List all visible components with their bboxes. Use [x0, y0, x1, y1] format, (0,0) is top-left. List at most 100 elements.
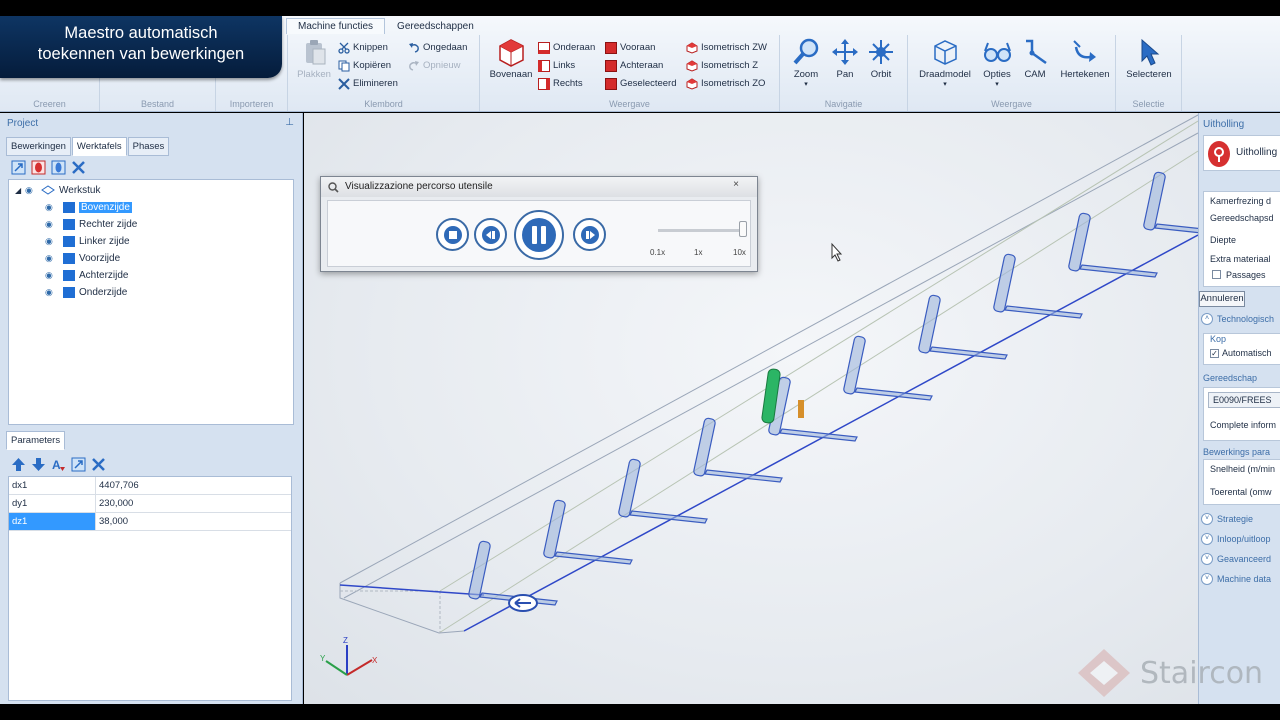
opnieuw-button[interactable]: Opnieuw: [408, 57, 461, 74]
geselecteerd-button[interactable]: Geselecteerd: [605, 75, 677, 92]
tool-select[interactable]: E0090/FREES: [1208, 392, 1280, 408]
draadmodel-button[interactable]: Draadmodel ▾: [914, 37, 976, 95]
onderaan-button[interactable]: Onderaan: [538, 39, 595, 56]
bovenaan-button[interactable]: Bovenaan: [484, 37, 538, 95]
achteraan-button[interactable]: Achteraan: [605, 57, 663, 74]
assign-icon[interactable]: [70, 456, 87, 473]
red-tool-icon[interactable]: [30, 159, 47, 176]
annuleren-button[interactable]: Annuleren: [1199, 291, 1245, 307]
rechts-button[interactable]: Rechts: [538, 75, 583, 92]
onderaan-label: Onderaan: [553, 42, 596, 53]
step-forward-button[interactable]: [573, 218, 606, 251]
tab-gereedschappen[interactable]: Gereedschappen: [385, 18, 486, 34]
arrow-up-icon[interactable]: [10, 456, 27, 473]
eye-icon[interactable]: ◉: [45, 287, 57, 298]
eye-icon[interactable]: ◉: [25, 185, 37, 196]
section-inloop[interactable]: ˅ Inloop/uitloop: [1201, 533, 1271, 545]
pause-button[interactable]: [514, 210, 564, 260]
top-letterbox: [0, 0, 1280, 16]
section-technologisch[interactable]: ˄ Technologisch: [1201, 313, 1274, 325]
tree-item-achterzijde[interactable]: ◉ Achterzijde: [45, 267, 128, 283]
step-riser: [1068, 212, 1091, 272]
eye-icon[interactable]: ◉: [45, 270, 57, 281]
hertekenen-button[interactable]: Hertekenen: [1056, 37, 1114, 95]
plakken-button[interactable]: Plakken: [290, 37, 338, 95]
links-button[interactable]: Links: [538, 57, 575, 74]
passages-checkbox[interactable]: [1212, 270, 1221, 279]
staircon-watermark: Staircon: [1076, 644, 1276, 702]
draadmodel-label: Draadmodel: [919, 69, 971, 80]
links-label: Links: [553, 60, 576, 71]
knippen-button[interactable]: Knippen: [338, 39, 388, 56]
text-format-icon[interactable]: A: [50, 456, 67, 473]
blue-tool-icon[interactable]: [50, 159, 67, 176]
tree-root-label: Werkstuk: [59, 184, 101, 196]
table-row[interactable]: dy1 230,000: [9, 495, 291, 513]
stop-button[interactable]: [436, 218, 469, 251]
pin-icon[interactable]: ⊥: [285, 117, 294, 128]
tab-bewerkingen[interactable]: Bewerkingen: [6, 137, 71, 156]
iso-cube-icon: [686, 41, 698, 54]
face-icon: [63, 252, 75, 264]
selecteren-button[interactable]: Selecteren: [1120, 37, 1178, 95]
param-value[interactable]: 230,000: [99, 498, 133, 509]
param-key: dz1: [9, 513, 96, 530]
iso-z-button[interactable]: Isometrisch Z: [686, 57, 758, 74]
svg-text:A: A: [52, 458, 61, 472]
cube-selected-icon: [605, 77, 617, 90]
delete-icon[interactable]: [90, 456, 107, 473]
field-diepte: Diepte: [1210, 235, 1237, 245]
group-klembord: Plakken Knippen Kopiëren Elimineren Onge…: [288, 35, 480, 111]
delete-icon[interactable]: [70, 159, 87, 176]
vooraan-button[interactable]: Vooraan: [605, 39, 655, 56]
param-value[interactable]: 38,000: [99, 516, 128, 527]
svg-text:Y: Y: [320, 654, 326, 663]
iso-zo-button[interactable]: Isometrisch ZO: [686, 75, 765, 92]
tab-machine-functies[interactable]: Machine functies: [286, 18, 386, 34]
table-row[interactable]: dx1 4407,706: [9, 477, 291, 495]
automatisch-checkbox[interactable]: ✓: [1210, 349, 1219, 358]
group-weergave-display: Draadmodel ▾ Opties ▾ CAM Hertekenen Wee…: [908, 35, 1116, 111]
ongedaan-button[interactable]: Ongedaan: [408, 39, 467, 56]
tree-item-linker-zijde[interactable]: ◉ Linker zijde: [45, 233, 130, 249]
tree-root[interactable]: ◢ ◉ Werkstuk: [15, 182, 101, 198]
eye-icon[interactable]: ◉: [45, 253, 57, 264]
assign-icon[interactable]: [10, 159, 27, 176]
close-button[interactable]: ×: [733, 179, 739, 190]
section-geavanceerd[interactable]: ˅ Geavanceerd: [1201, 553, 1271, 565]
section-strategie[interactable]: ˅ Strategie: [1201, 513, 1253, 525]
param-key: dx1: [9, 477, 96, 494]
param-value[interactable]: 4407,706: [99, 480, 139, 491]
tree-item-onderzijde[interactable]: ◉ Onderzijde: [45, 284, 127, 300]
tab-phases[interactable]: Phases: [127, 137, 170, 156]
orbit-button[interactable]: Orbit: [856, 37, 906, 95]
elimineren-button[interactable]: Elimineren: [338, 75, 398, 92]
section-machine-data[interactable]: ˅ Machine data: [1201, 573, 1271, 585]
title-line-2: toekennen van bewerkingen: [37, 45, 245, 63]
speed-slider-thumb[interactable]: [739, 221, 747, 237]
eye-icon[interactable]: ◉: [45, 219, 57, 230]
scissors-icon: [338, 42, 350, 54]
tab-parameters[interactable]: Parameters: [6, 431, 66, 450]
delete-x-icon: [338, 77, 350, 90]
tab-werktafels[interactable]: Werktafels: [71, 137, 127, 156]
tree-item-bovenzijde[interactable]: ◉ Bovenzijde: [45, 199, 132, 215]
eye-icon[interactable]: ◉: [45, 236, 57, 247]
kopieren-button[interactable]: Kopiëren: [338, 57, 391, 74]
iso-zw-button[interactable]: Isometrisch ZW: [686, 39, 767, 56]
eye-icon[interactable]: ◉: [45, 202, 57, 213]
speed-slider[interactable]: [658, 229, 746, 232]
expand-triangle-icon[interactable]: ◢: [15, 186, 25, 195]
tree-item-voorzijde[interactable]: ◉ Voorzijde: [45, 250, 120, 266]
rewind-button[interactable]: [474, 218, 507, 251]
chevron-up-icon: ˄: [1201, 313, 1213, 325]
group-label: Selectie: [1132, 99, 1165, 109]
chevron-down-icon: ˅: [1201, 533, 1213, 545]
tree-item-rechter-zijde[interactable]: ◉ Rechter zijde: [45, 216, 137, 232]
bottom-letterbox: [0, 704, 1280, 720]
complete-info-link[interactable]: Complete inform: [1210, 420, 1276, 430]
table-row[interactable]: dz1 38,000: [9, 513, 291, 531]
arrow-down-icon[interactable]: [30, 456, 47, 473]
project-toolbar: [10, 159, 87, 176]
cam-button[interactable]: CAM: [1008, 37, 1062, 95]
